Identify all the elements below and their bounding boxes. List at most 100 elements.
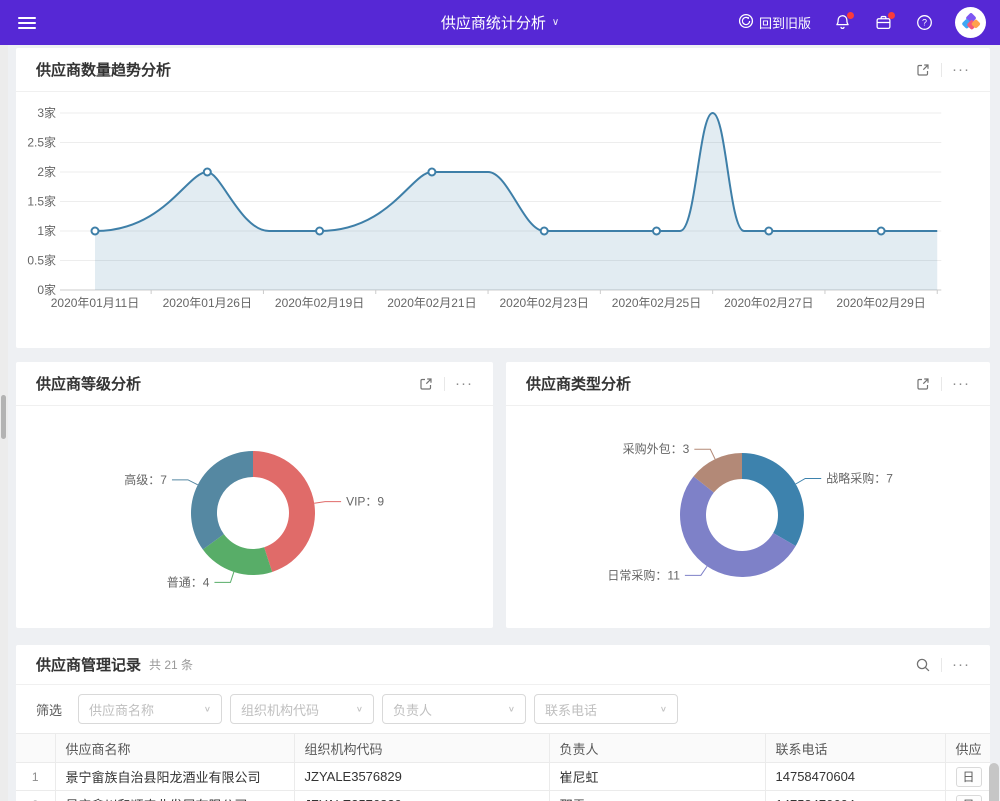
svg-text:1.5家: 1.5家 [27,194,56,209]
svg-text:2020年01月11日: 2020年01月11日 [51,296,140,310]
supplier-records-card: 供应商管理记录 共 21 条 ··· 筛选 供应商名称 ∨ 组织机构代码 ∨ 负… [16,645,990,801]
column-header: 联系电话 [765,734,945,763]
filter-supplier-name-select[interactable]: 供应商名称 ∨ [78,694,222,724]
svg-text:0.5家: 0.5家 [27,253,56,268]
trend-card: 供应商数量趋势分析 ··· 0家0.5家1家1.5家2家2.5家3家2020年0… [16,48,990,348]
level-card-title: 供应商等级分析 [36,373,141,394]
trend-line-chart: 0家0.5家1家1.5家2家2.5家3家2020年01月11日2020年01月2… [16,100,974,315]
search-icon[interactable] [915,657,931,673]
svg-text:2020年02月23日: 2020年02月23日 [499,296,588,310]
filter-org-code-select[interactable]: 组织机构代码 ∨ [230,694,374,724]
divider [444,377,445,391]
svg-text:2020年02月27日: 2020年02月27日 [724,296,813,310]
table-header-row: 供应商名称 组织机构代码 负责人 联系电话 供应 [16,734,990,763]
left-scrollbar-track [0,45,8,801]
page-title-dropdown[interactable]: 供应商统计分析 ∨ [441,12,559,33]
page-scrollbar-thumb[interactable] [989,763,999,801]
divider [941,658,942,672]
more-icon[interactable]: ··· [952,657,970,672]
index-column-header [16,734,55,763]
menu-icon[interactable] [18,14,36,32]
table-row[interactable]: 1 景宁畲族自治县阳龙酒业有限公司 JZYALE3576829 崔尼虹 1475… [16,763,990,791]
level-card: 供应商等级分析 ··· VIP：9 普通：4 高级：7 [16,362,493,628]
svg-text:日常采购：11: 日常采购：11 [607,567,680,582]
org-code-cell: JZYALE3576829 [294,763,549,791]
notification-badge [847,12,854,19]
export-icon[interactable] [418,376,434,392]
page-title: 供应商统计分析 [441,12,546,33]
notifications-button[interactable] [832,13,852,33]
workbench-button[interactable] [873,13,893,33]
column-header: 供应 [945,734,990,763]
svg-text:采购外包：3: 采购外包：3 [623,441,690,456]
svg-text:2020年02月29日: 2020年02月29日 [836,296,925,310]
type-tag: 日 [956,767,982,787]
chevron-down-icon: ∨ [660,705,667,714]
chevron-down-icon: ∨ [204,705,211,714]
top-bar: 供应商统计分析 ∨ 回到旧版 ? [0,0,1000,45]
svg-text:VIP：9: VIP：9 [346,495,384,509]
type-card-title: 供应商类型分析 [526,373,631,394]
export-icon[interactable] [915,62,931,78]
svg-text:普通：4: 普通：4 [167,575,210,589]
svg-text:0家: 0家 [37,282,56,297]
export-icon[interactable] [915,376,931,392]
svg-text:2020年01月26日: 2020年01月26日 [163,296,252,310]
workbench-badge [888,12,895,19]
type-cell: 日 [945,763,990,791]
select-placeholder: 负责人 [393,700,508,719]
back-to-old-version-button[interactable]: 回到旧版 [738,13,811,32]
left-scrollbar-thumb[interactable] [1,395,6,439]
chevron-down-icon: ∨ [552,17,559,28]
brand-logo-icon [960,12,982,34]
type-cell: 日 [945,791,990,801]
level-donut-chart: VIP：9 普通：4 高级：7 [16,406,492,627]
record-count: 共 21 条 [149,656,193,673]
divider [941,63,942,77]
select-placeholder: 供应商名称 [89,700,204,719]
back-to-old-label: 回到旧版 [759,13,811,32]
supplier-name-cell: 景宁畲川和顺农业发展有限公司 [55,791,294,801]
svg-text:高级：7: 高级：7 [124,472,167,487]
svg-text:2.5家: 2.5家 [27,135,56,150]
type-card: 供应商类型分析 ··· 战略采购：7 日常采购：11 采购外包：3 [506,362,990,628]
supplier-name-cell: 景宁畲族自治县阳龙酒业有限公司 [55,763,294,791]
row-index: 2 [16,791,55,801]
phone-cell: 14758470604 [765,791,945,801]
dashboard-content: 供应商数量趋势分析 ··· 0家0.5家1家1.5家2家2.5家3家2020年0… [0,45,1000,801]
svg-text:2020年02月19日: 2020年02月19日 [275,296,364,310]
column-header: 负责人 [549,734,765,763]
select-placeholder: 联系电话 [545,700,660,719]
svg-text:战略采购：7: 战略采购：7 [826,471,893,486]
table-card-title: 供应商管理记录 [36,654,141,675]
avatar[interactable] [955,7,986,38]
owner-cell: 崔尼虹 [549,763,765,791]
more-icon[interactable]: ··· [952,376,970,391]
filter-label: 筛选 [36,700,62,719]
column-header: 组织机构代码 [294,734,549,763]
type-donut-chart: 战略采购：7 日常采购：11 采购外包：3 [506,406,989,627]
phone-cell: 14758470604 [765,763,945,791]
filter-owner-select[interactable]: 负责人 ∨ [382,694,526,724]
svg-text:2020年02月25日: 2020年02月25日 [612,296,701,310]
help-button[interactable]: ? [914,13,934,33]
select-placeholder: 组织机构代码 [241,700,356,719]
svg-text:?: ? [921,18,926,28]
svg-text:2020年02月21日: 2020年02月21日 [387,296,476,310]
org-code-cell: JZYALE3576829 [294,791,549,801]
divider [941,377,942,391]
more-icon[interactable]: ··· [455,376,473,391]
more-icon[interactable]: ··· [952,62,970,77]
help-icon: ? [916,14,933,31]
filter-phone-select[interactable]: 联系电话 ∨ [534,694,678,724]
table-row[interactable]: 2 景宁畲川和顺农业发展有限公司 JZYALE3576829 邵雷 147584… [16,791,990,801]
svg-text:3家: 3家 [37,105,56,120]
column-header: 供应商名称 [55,734,294,763]
filter-bar: 筛选 供应商名称 ∨ 组织机构代码 ∨ 负责人 ∨ 联系电话 ∨ [16,685,990,733]
topbar-actions: 回到旧版 ? [738,7,1000,38]
type-tag: 日 [956,795,982,801]
svg-text:2家: 2家 [37,164,56,179]
supplier-table: 供应商名称 组织机构代码 负责人 联系电话 供应 1 景宁畲族自治县阳龙酒业有限… [16,733,990,801]
row-index: 1 [16,763,55,791]
trend-card-title: 供应商数量趋势分析 [36,59,171,80]
